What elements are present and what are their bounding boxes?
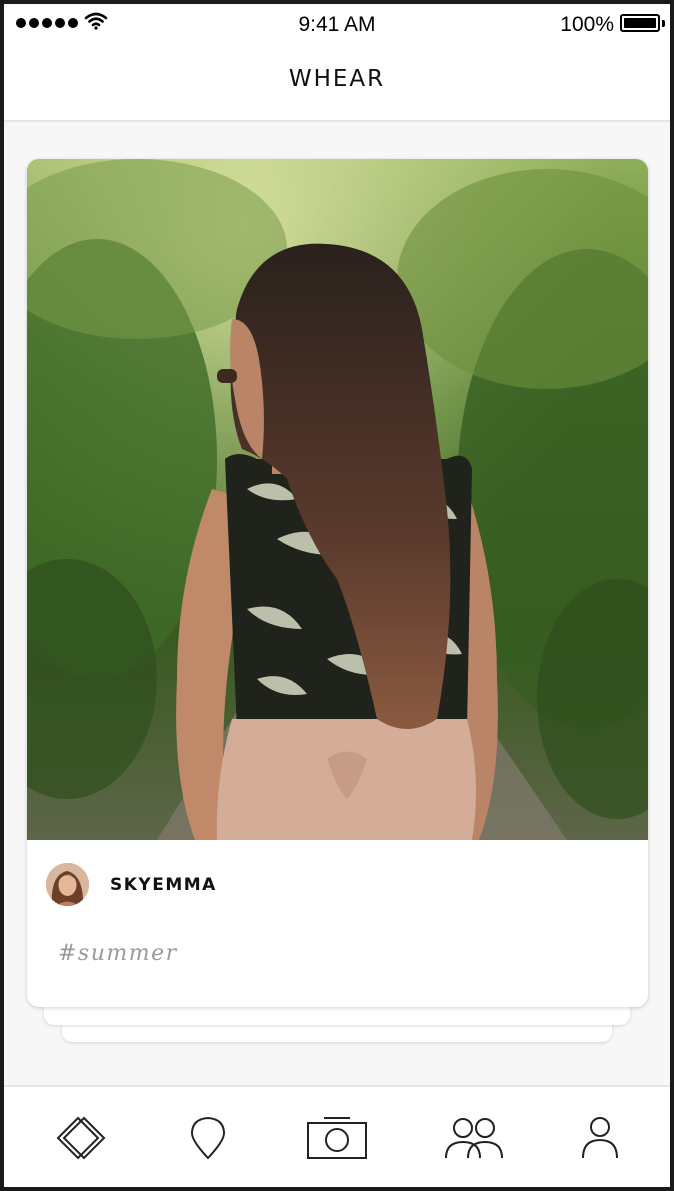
tab-bar <box>4 1085 670 1187</box>
tab-profile[interactable] <box>560 1087 640 1187</box>
phone-screen: 9:41 AM 100% WHEAR SKYEMMA #summer <box>0 0 674 1191</box>
battery-percent: 100% <box>560 13 614 36</box>
post-info: SKYEMMA #summer <box>27 840 648 1007</box>
post-photo[interactable] <box>27 159 648 840</box>
user-avatar[interactable] <box>46 863 89 906</box>
post-card[interactable]: SKYEMMA #summer <box>27 159 648 1007</box>
tab-map[interactable] <box>168 1087 248 1187</box>
people-icon <box>445 1118 503 1159</box>
diamond-icon <box>56 1116 106 1160</box>
navigation-bar: WHEAR <box>4 44 670 122</box>
app-title: WHEAR <box>288 66 386 92</box>
tab-community[interactable] <box>434 1087 514 1187</box>
location-pin-icon <box>190 1116 226 1160</box>
battery-tip <box>662 20 665 27</box>
camera-icon <box>307 1117 367 1159</box>
status-bar: 9:41 AM 100% <box>4 4 670 44</box>
post-username[interactable]: SKYEMMA <box>110 875 217 895</box>
battery-icon <box>620 14 660 32</box>
tab-discover[interactable] <box>42 1087 122 1187</box>
post-hashtag[interactable]: #summer <box>58 941 178 966</box>
profile-icon <box>582 1117 618 1159</box>
tab-camera[interactable] <box>294 1087 380 1187</box>
